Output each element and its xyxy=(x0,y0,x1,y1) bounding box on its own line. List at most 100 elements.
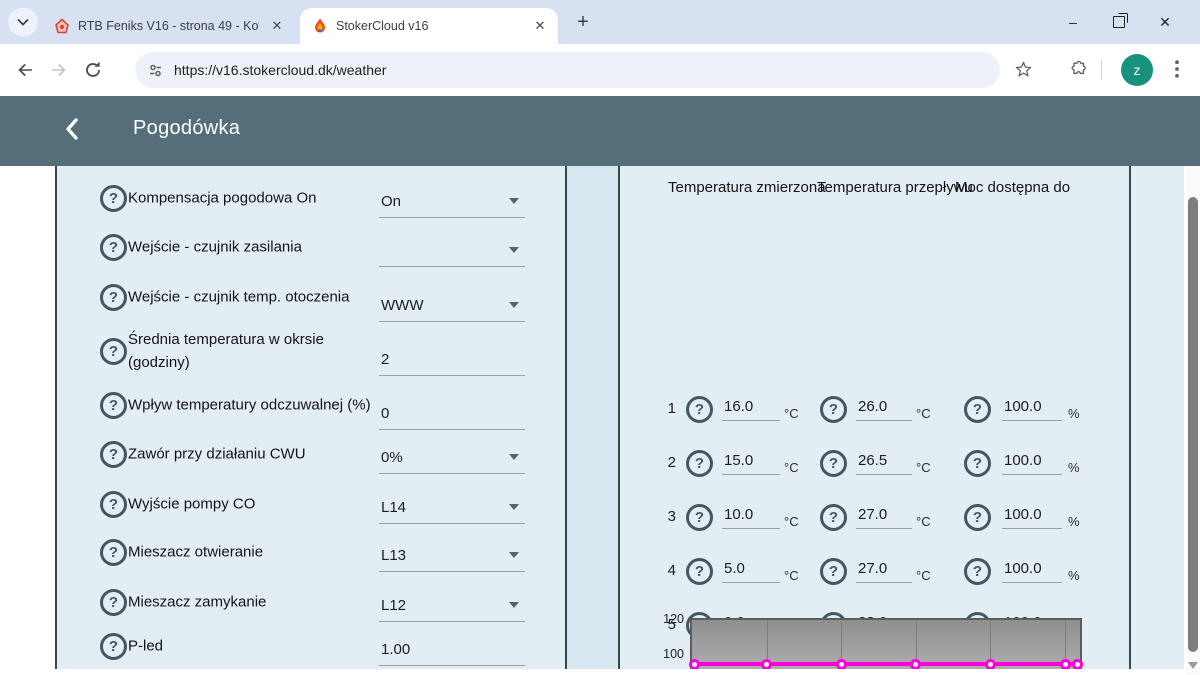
setting-dropdown[interactable]: WWW xyxy=(379,287,525,322)
chart-point[interactable] xyxy=(761,659,772,670)
power-field[interactable]: 100.0 xyxy=(1002,449,1062,475)
rtb-favicon-icon xyxy=(54,18,70,34)
help-icon[interactable]: ? xyxy=(100,633,127,660)
setting-label: Kompensacja pogodowa On xyxy=(128,187,382,210)
close-tab-icon[interactable]: ✕ xyxy=(269,18,285,34)
flow-temp-field[interactable]: 26.5 xyxy=(856,449,912,475)
setting-input[interactable]: 1.00 xyxy=(379,631,525,666)
page-header: Pogodówka xyxy=(0,96,1200,166)
help-icon[interactable]: ? xyxy=(964,450,991,477)
help-icon[interactable]: ? xyxy=(100,185,127,212)
chart-point[interactable] xyxy=(836,659,847,670)
help-icon[interactable]: ? xyxy=(820,396,847,423)
help-icon[interactable]: ? xyxy=(686,504,713,531)
setting-dropdown[interactable]: On xyxy=(379,183,525,218)
tab-stokercloud[interactable]: StokerCloud v16 ✕ xyxy=(300,8,558,44)
chart-point[interactable] xyxy=(1072,659,1083,670)
help-icon[interactable]: ? xyxy=(100,338,127,365)
help-icon[interactable]: ? xyxy=(820,450,847,477)
setting-value: 0% xyxy=(381,449,403,466)
help-icon[interactable]: ? xyxy=(100,284,127,311)
bookmark-button[interactable] xyxy=(1006,52,1040,86)
new-tab-button[interactable]: + xyxy=(572,12,594,34)
setting-value: On xyxy=(381,193,401,210)
setting-dropdown[interactable]: L13 xyxy=(379,537,525,572)
measured-temp-field[interactable]: 5.0 xyxy=(722,557,780,583)
setting-dropdown[interactable]: L14 xyxy=(379,489,525,524)
setting-label: Wpływ temperatury odczuwalnej (%) xyxy=(128,394,382,417)
restore-button[interactable] xyxy=(1096,0,1142,44)
site-info-icon[interactable] xyxy=(147,62,164,79)
address-bar[interactable]: https://v16.stokercloud.dk/weather xyxy=(135,52,1000,88)
chart-point[interactable] xyxy=(689,659,700,670)
help-icon[interactable]: ? xyxy=(686,396,713,423)
measured-temp-field[interactable]: 16.0 xyxy=(722,395,780,421)
unit-label: °C xyxy=(916,460,931,475)
help-icon[interactable]: ? xyxy=(100,539,127,566)
profile-avatar[interactable]: z xyxy=(1121,54,1153,86)
flow-temp-field[interactable]: 27.0 xyxy=(856,503,912,529)
column-header: Temperatura zmierzona xyxy=(668,179,826,196)
row-number: 2 xyxy=(654,454,676,471)
setting-row: ?Mieszacz zamykanieL12 xyxy=(57,580,565,624)
page-back-button[interactable] xyxy=(60,116,90,146)
close-tab-icon[interactable]: ✕ xyxy=(532,18,548,34)
page-title: Pogodówka xyxy=(133,117,240,140)
flow-temp-field[interactable]: 27.0 xyxy=(856,557,912,583)
extensions-button[interactable] xyxy=(1062,52,1096,86)
setting-dropdown[interactable] xyxy=(379,232,525,267)
help-icon[interactable]: ? xyxy=(100,392,127,419)
power-field[interactable]: 100.0 xyxy=(1002,503,1062,529)
setting-label: Wyjście pompy CO xyxy=(128,493,382,516)
setting-value: L13 xyxy=(381,547,406,564)
power-field[interactable]: 100.0 xyxy=(1002,557,1062,583)
curve-row: 1?16.0°C?26.0°C?100.0% xyxy=(620,393,1129,427)
help-icon[interactable]: ? xyxy=(686,450,713,477)
chart-point[interactable] xyxy=(910,659,921,670)
chart-y-tick: 120 xyxy=(648,612,684,626)
curve-row: 3?10.0°C?27.0°C?100.0% xyxy=(620,501,1129,535)
chart-y-tick: 100 xyxy=(648,647,684,661)
setting-input[interactable]: 0 xyxy=(379,395,525,430)
measured-temp-field[interactable]: 10.0 xyxy=(722,503,780,529)
power-curve-chart xyxy=(690,618,1082,669)
column-header: Moc dostępna do xyxy=(955,179,1070,196)
tab-rtb-feniks[interactable]: RTB Feniks V16 - strona 49 - Kotły pel ✕ xyxy=(42,8,295,44)
help-icon[interactable]: ? xyxy=(964,396,991,423)
scrollbar-down-arrow-icon[interactable] xyxy=(1188,662,1198,669)
unit-label: °C xyxy=(784,460,799,475)
help-icon[interactable]: ? xyxy=(100,491,127,518)
reload-button[interactable] xyxy=(76,53,110,87)
setting-dropdown[interactable]: L12 xyxy=(379,587,525,622)
help-icon[interactable]: ? xyxy=(820,504,847,531)
scrollbar[interactable] xyxy=(1186,166,1200,675)
chevron-down-icon xyxy=(509,198,519,204)
help-icon[interactable]: ? xyxy=(686,558,713,585)
minimize-button[interactable]: – xyxy=(1050,0,1096,44)
flow-temp-field[interactable]: 26.0 xyxy=(856,395,912,421)
help-icon[interactable]: ? xyxy=(964,558,991,585)
unit-label: % xyxy=(1068,460,1080,475)
help-icon[interactable]: ? xyxy=(100,589,127,616)
power-field[interactable]: 100.0 xyxy=(1002,395,1062,421)
scrollbar-thumb[interactable] xyxy=(1188,197,1198,652)
setting-label: P-led xyxy=(128,635,382,658)
help-icon[interactable]: ? xyxy=(964,504,991,531)
close-window-button[interactable]: ✕ xyxy=(1142,0,1188,44)
measured-temp-field[interactable]: 15.0 xyxy=(722,449,780,475)
chart-point[interactable] xyxy=(985,659,996,670)
unit-label: °C xyxy=(784,568,799,583)
chart-point[interactable] xyxy=(1060,659,1071,670)
back-button[interactable] xyxy=(8,53,42,87)
help-icon[interactable]: ? xyxy=(100,441,127,468)
help-icon[interactable]: ? xyxy=(820,558,847,585)
tab-search-button[interactable] xyxy=(8,8,38,36)
setting-dropdown[interactable]: 0% xyxy=(379,439,525,474)
help-icon[interactable]: ? xyxy=(100,234,127,261)
row-number: 4 xyxy=(654,562,676,579)
settings-panel: ?Kompensacja pogodowa OnOn?Wejście - czu… xyxy=(57,166,565,669)
browser-menu-button[interactable] xyxy=(1160,52,1194,86)
chevron-down-icon xyxy=(509,454,519,460)
setting-input[interactable]: 2 xyxy=(379,341,525,376)
forward-button[interactable] xyxy=(42,53,76,87)
